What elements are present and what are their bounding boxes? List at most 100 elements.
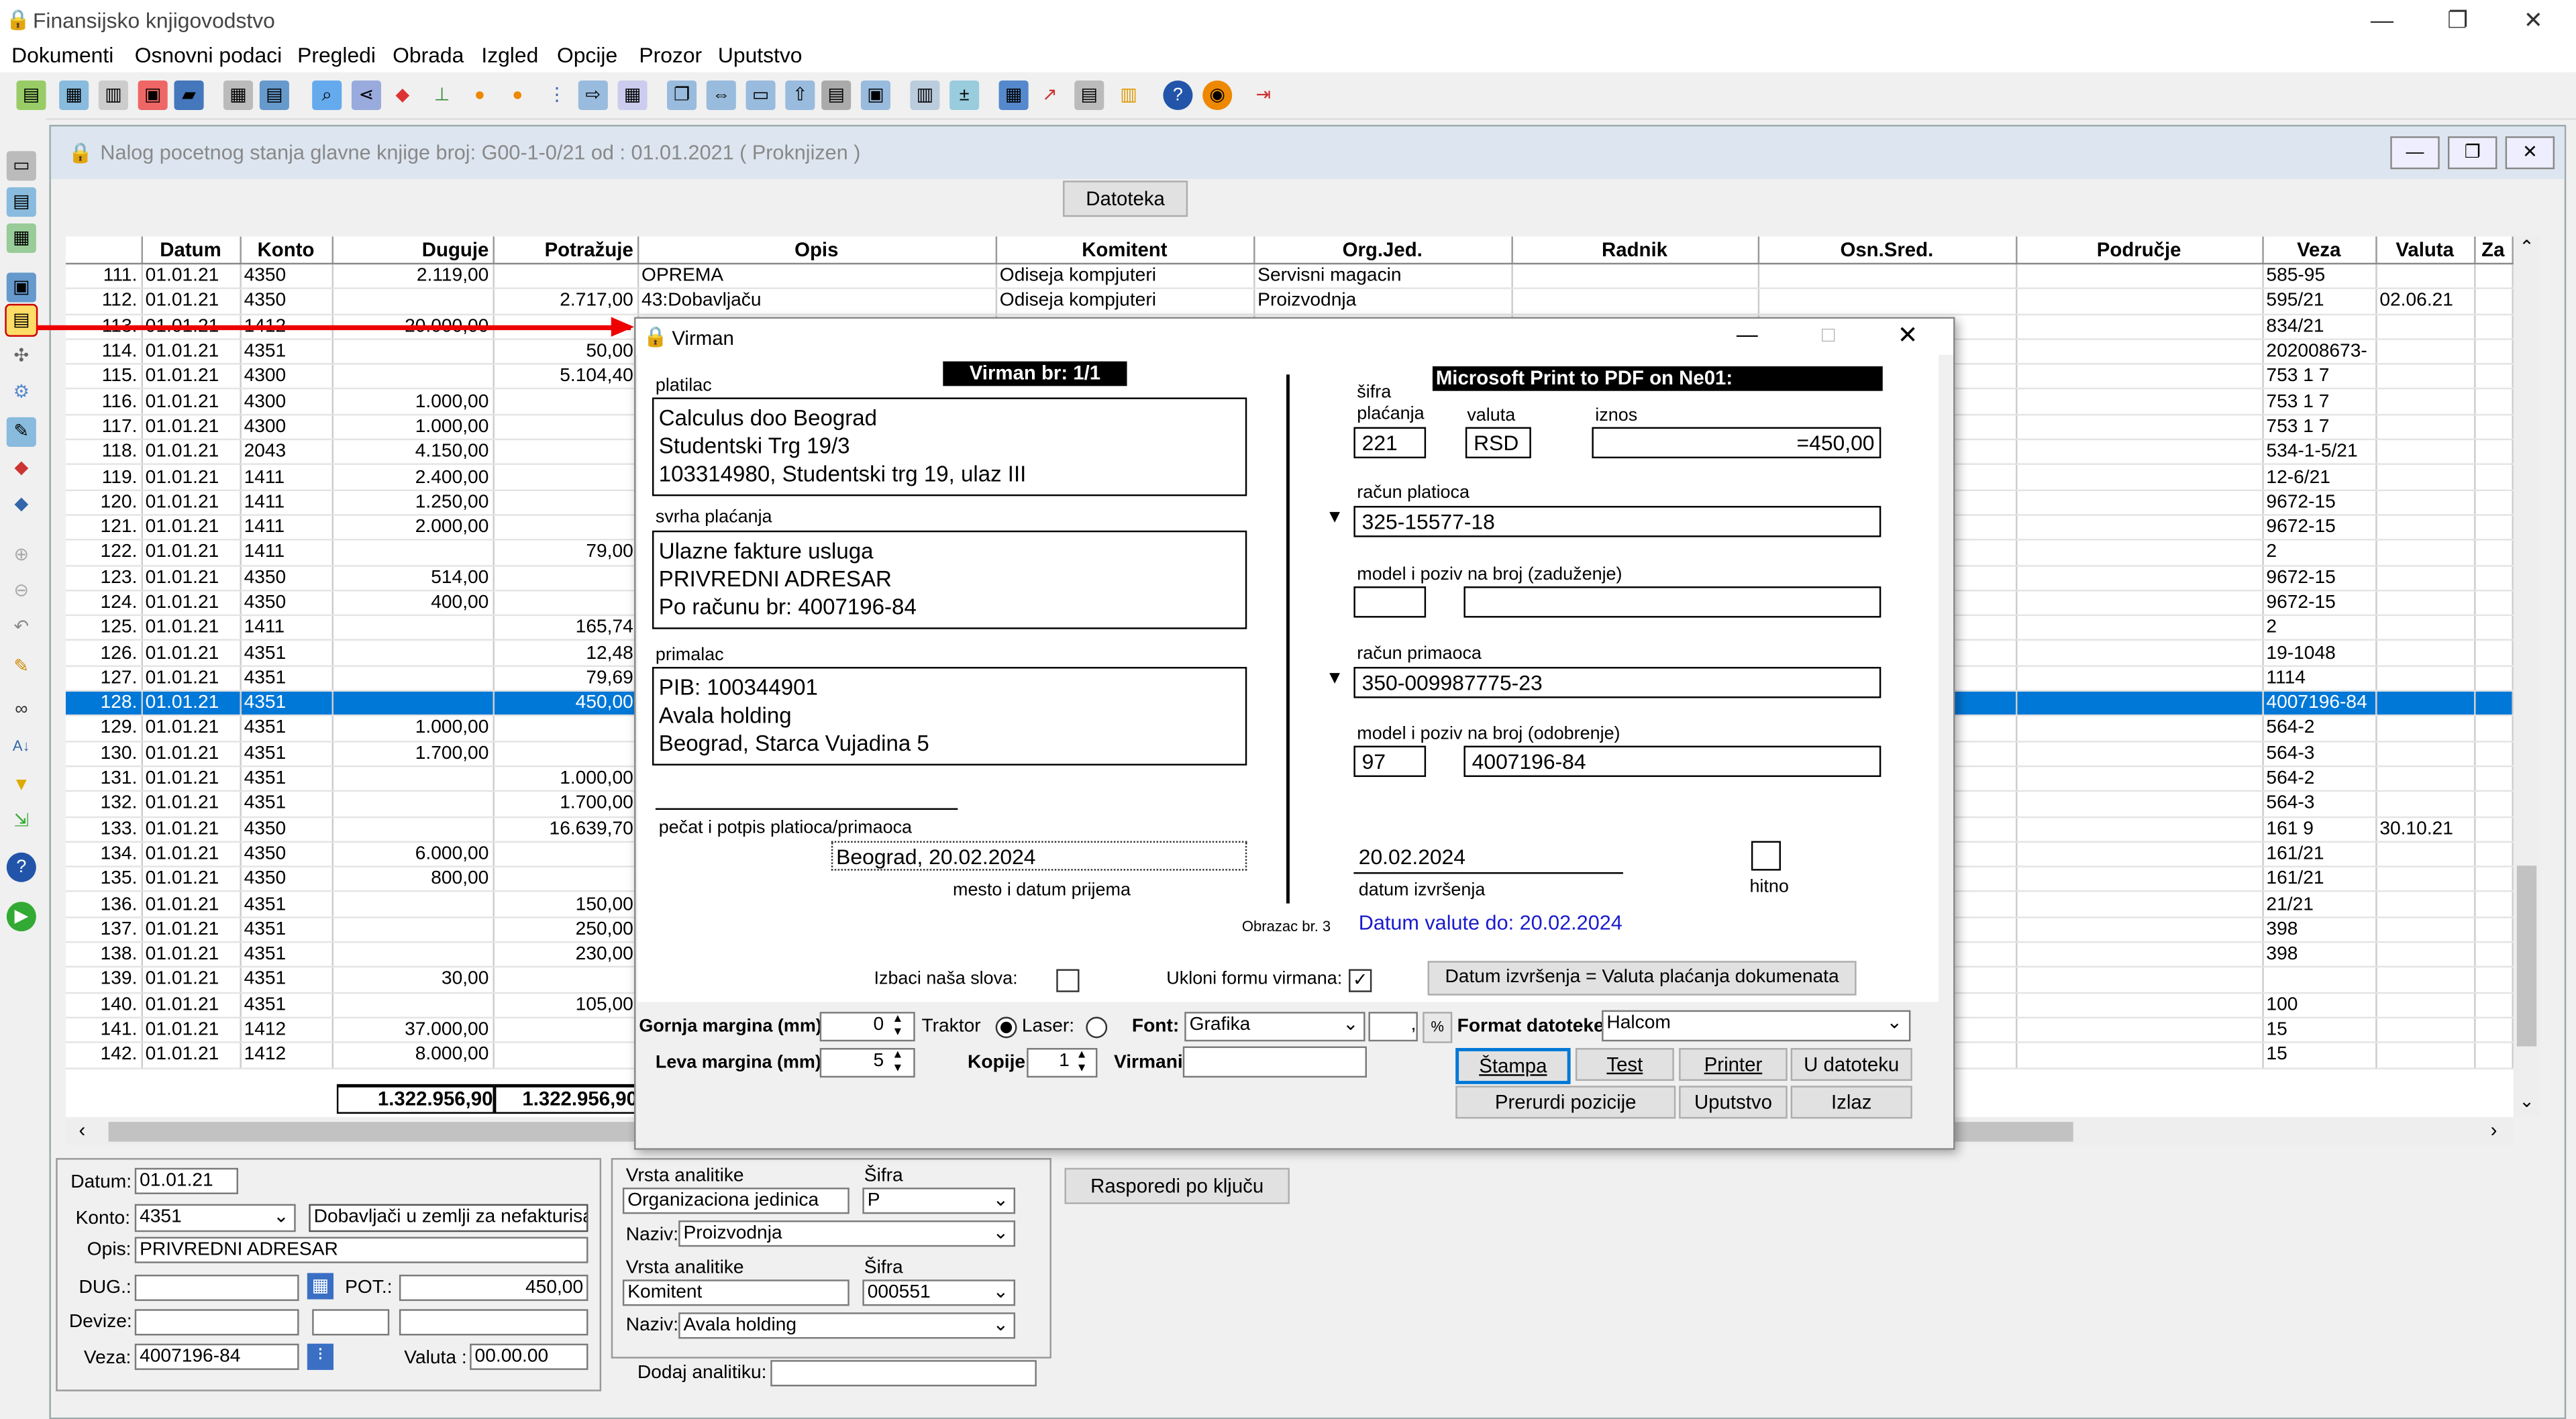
toolbar-copy-icon[interactable]: ❐ xyxy=(667,80,697,111)
cell-rownum[interactable]: 120. xyxy=(65,490,142,516)
cell-veza[interactable]: 100 xyxy=(2262,992,2377,1018)
toolbar-chart-icon[interactable]: ↗ xyxy=(1035,81,1064,110)
cell-duguje[interactable]: 2.000,00 xyxy=(331,515,494,541)
racun-primaoca-input[interactable]: 350-009987775-23 xyxy=(1353,667,1882,698)
kopije-spinner-icon[interactable]: ▲ ▼ xyxy=(1076,1049,1088,1075)
cell-duguje[interactable] xyxy=(331,288,494,315)
cell-potrazuje[interactable] xyxy=(493,490,639,516)
cell-valuta[interactable] xyxy=(2375,892,2475,918)
cell-podrucje[interactable] xyxy=(2016,1017,2263,1044)
cell-duguje[interactable]: 400,00 xyxy=(331,590,494,617)
cell-za[interactable] xyxy=(2474,565,2513,592)
cell-veza[interactable]: 9672-15 xyxy=(2262,565,2377,592)
cell-podrucje[interactable] xyxy=(2016,791,2263,818)
cell-za[interactable] xyxy=(2474,666,2513,692)
menu-pregledi[interactable]: Pregledi xyxy=(297,43,376,68)
cell-rownum[interactable]: 139. xyxy=(65,967,142,994)
cell-za[interactable] xyxy=(2474,992,2513,1018)
cell-veza[interactable]: 753 1 7 xyxy=(2262,414,2377,441)
cell-datum[interactable]: 01.01.21 xyxy=(141,841,241,868)
stampa-button[interactable]: Štampa xyxy=(1455,1048,1571,1084)
cell-potrazuje[interactable] xyxy=(493,1017,639,1044)
izbaci-checkbox[interactable] xyxy=(1056,969,1080,992)
cell-potrazuje[interactable]: 16.639,70 xyxy=(493,816,639,843)
cell-konto[interactable]: 4300 xyxy=(240,364,333,390)
cell-za[interactable] xyxy=(2474,313,2513,340)
cell-datum[interactable]: 01.01.21 xyxy=(141,1017,241,1044)
sifra1-select[interactable]: P ⌄ xyxy=(862,1188,1016,1214)
veza-lookup-icon[interactable]: ⁝ xyxy=(307,1343,334,1370)
cell-datum[interactable]: 01.01.21 xyxy=(141,490,241,516)
cell-rownum[interactable]: 122. xyxy=(65,539,142,566)
cell-valuta[interactable] xyxy=(2375,640,2475,667)
cell-konto[interactable]: 4351 xyxy=(240,967,333,994)
close-button[interactable]: ✕ xyxy=(2500,3,2566,36)
cell-rownum[interactable]: 141. xyxy=(65,1017,142,1044)
calculator-icon[interactable]: ▦ xyxy=(307,1273,334,1300)
cell-konto[interactable]: 4351 xyxy=(240,339,333,366)
percent-icon[interactable]: % xyxy=(1423,1012,1453,1043)
grid-header-komitent[interactable]: Komitent xyxy=(995,236,1255,265)
racun-primaoca-dropdown-icon[interactable]: ▼ xyxy=(1326,668,1344,688)
cell-konto[interactable]: 1411 xyxy=(240,515,333,541)
cell-duguje[interactable] xyxy=(331,690,494,717)
cell-rownum[interactable]: 112. xyxy=(65,288,142,315)
cell-veza[interactable]: 564-2 xyxy=(2262,716,2377,742)
cell-veza[interactable]: 585-95 xyxy=(2262,263,2377,290)
toolbar-move-icon[interactable]: ⇔ xyxy=(706,80,736,111)
cell-za[interactable] xyxy=(2474,515,2513,541)
vrsta1-input[interactable]: Organizaciona jedinica xyxy=(622,1188,849,1214)
menu-uputstvo[interactable]: Uputstvo xyxy=(718,43,803,68)
cell-potrazuje[interactable]: 105,00 xyxy=(493,992,639,1018)
cell-konto[interactable]: 4350 xyxy=(240,866,333,893)
cell-podrucje[interactable] xyxy=(2016,539,2263,566)
cell-duguje[interactable]: 6.000,00 xyxy=(331,841,494,868)
toolbar-table-icon[interactable]: ▥ xyxy=(98,80,128,111)
cell-potrazuje[interactable] xyxy=(493,263,639,290)
cell-veza[interactable]: 21/21 xyxy=(2262,892,2377,918)
cell-potrazuje[interactable]: 79,69 xyxy=(493,666,639,692)
cell-konto[interactable]: 1411 xyxy=(240,490,333,516)
cell-radnik[interactable] xyxy=(1511,263,1759,290)
format-select[interactable]: Halcom ⌄ xyxy=(1602,1010,1911,1042)
cell-podrucje[interactable] xyxy=(2016,414,2263,441)
cell-za[interactable] xyxy=(2474,1017,2513,1044)
cell-potrazuje[interactable] xyxy=(493,590,639,617)
cell-datum[interactable]: 01.01.21 xyxy=(141,866,241,893)
grid-header-potrazuje[interactable]: Potražuje xyxy=(493,236,639,265)
toolbar-report-icon[interactable]: ▤ xyxy=(259,80,289,111)
cell-veza[interactable]: 2 xyxy=(2262,615,2377,641)
laser-radio[interactable] xyxy=(1086,1016,1108,1039)
cell-za[interactable] xyxy=(2474,866,2513,893)
cell-konto[interactable]: 4350 xyxy=(240,288,333,315)
cell-veza[interactable]: 595/21 xyxy=(2262,288,2377,315)
devize-amount-input[interactable] xyxy=(399,1309,588,1336)
cell-podrucje[interactable] xyxy=(2016,364,2263,390)
cell-za[interactable] xyxy=(2474,364,2513,390)
cell-valuta[interactable] xyxy=(2375,389,2475,415)
pot-input[interactable]: 450,00 xyxy=(399,1274,588,1302)
menu-osnovni-podaci[interactable]: Osnovni podaci xyxy=(135,43,282,68)
cell-za[interactable] xyxy=(2474,741,2513,768)
left-doc-icon[interactable]: ▤ xyxy=(6,187,36,217)
cell-datum[interactable]: 01.01.21 xyxy=(141,515,241,541)
cell-podrucje[interactable] xyxy=(2016,741,2263,768)
cell-datum[interactable]: 01.01.21 xyxy=(141,263,241,290)
cell-veza[interactable]: 9672-15 xyxy=(2262,490,2377,516)
cell-podrucje[interactable] xyxy=(2016,992,2263,1018)
cell-konto[interactable]: 4351 xyxy=(240,716,333,742)
virmani-input[interactable] xyxy=(1182,1046,1367,1078)
cell-duguje[interactable] xyxy=(331,339,494,366)
cell-valuta[interactable] xyxy=(2375,690,2475,717)
grid-header-veza[interactable]: Veza xyxy=(2262,236,2377,265)
cell-rownum[interactable]: 140. xyxy=(65,992,142,1018)
cell-veza[interactable]: 834/21 xyxy=(2262,313,2377,340)
vrsta2-input[interactable]: Komitent xyxy=(622,1279,849,1306)
left-print-icon[interactable]: ▣ xyxy=(6,272,36,303)
cell-za[interactable] xyxy=(2474,716,2513,742)
devize-code-input[interactable] xyxy=(312,1309,390,1336)
cell-podrucje[interactable] xyxy=(2016,866,2263,893)
cell-podrucje[interactable] xyxy=(2016,339,2263,366)
model-odobrenje-input[interactable]: 97 xyxy=(1353,745,1427,778)
cell-valuta[interactable] xyxy=(2375,515,2475,541)
